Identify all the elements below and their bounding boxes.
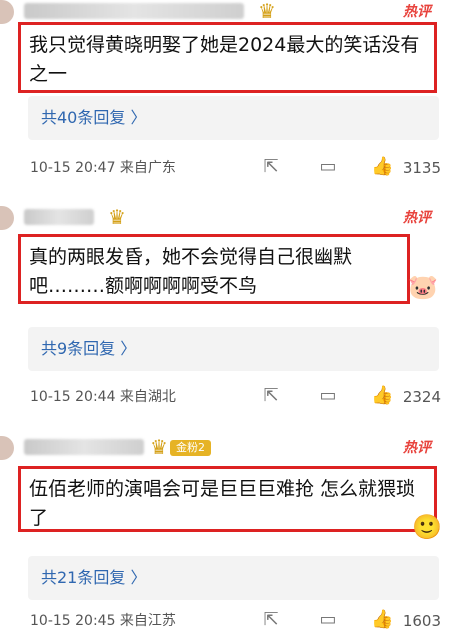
- avatar[interactable]: [0, 0, 14, 24]
- share-icon[interactable]: ⇱: [260, 385, 282, 407]
- comment-footer: 10-15 20:47 来自广东 ⇱ ▭ 👍 3135: [0, 153, 449, 183]
- replies-box[interactable]: 共9条回复 〉: [28, 327, 439, 371]
- avatar[interactable]: [0, 436, 14, 460]
- comment-footer: 10-15 20:44 来自湖北 ⇱ ▭ 👍 2324: [0, 382, 449, 412]
- thumbs-up-icon[interactable]: 👍: [371, 385, 393, 407]
- like-count: 2324: [402, 388, 441, 406]
- replies-box[interactable]: 共40条回复 〉: [28, 96, 439, 140]
- comment-text-highlight: 伍佰老师的演唱会可是巨巨巨难抢 怎么就猥琐了: [18, 466, 437, 532]
- replies-box[interactable]: 共21条回复 〉: [28, 556, 439, 600]
- thumbs-up-icon[interactable]: 👍: [371, 609, 393, 631]
- fan-badge: 金粉2: [170, 440, 211, 456]
- comment-text-highlight: 我只觉得黄晓明娶了她是2024最大的笑话没有之一: [18, 22, 437, 93]
- like-count: 1603: [402, 612, 441, 630]
- like-count: 3135: [402, 159, 441, 177]
- comment-header: ♛ 热评: [0, 206, 449, 230]
- comment-text-highlight: 真的两眼发昏，她不会觉得自己很幽默吧………额啊啊啊啊受不鸟: [18, 234, 410, 304]
- comment-icon[interactable]: ▭: [317, 156, 339, 178]
- avatar[interactable]: [0, 206, 14, 230]
- comment-icon[interactable]: ▭: [317, 609, 339, 631]
- share-icon[interactable]: ⇱: [260, 609, 282, 631]
- replies-link[interactable]: 共9条回复 〉: [41, 327, 136, 371]
- comment-icon[interactable]: ▭: [317, 385, 339, 407]
- comment-meta: 10-15 20:44 来自湖北: [30, 389, 176, 405]
- comment-text: 我只觉得黄晓明娶了她是2024最大的笑话没有之一: [29, 34, 420, 85]
- username-blurred[interactable]: [24, 209, 94, 225]
- thumbs-up-icon[interactable]: 👍: [371, 156, 393, 178]
- hot-comment-label: 热评: [403, 440, 431, 456]
- comment-text: 伍佰老师的演唱会可是巨巨巨难抢 怎么就猥琐了: [29, 478, 416, 529]
- crown-icon: ♛: [258, 0, 276, 23]
- comment-header: ♛ 金粉2 热评: [0, 436, 449, 460]
- hot-comment-label: 热评: [403, 210, 431, 226]
- comment-meta: 10-15 20:45 来自江苏: [30, 613, 176, 629]
- replies-link[interactable]: 共40条回复 〉: [41, 96, 146, 140]
- hot-comment-label: 热评: [403, 4, 431, 20]
- comment-footer: 10-15 20:45 来自江苏 ⇱ ▭ 👍 1603: [0, 606, 449, 636]
- sticker-icon: 🙂: [412, 513, 442, 541]
- comment-meta: 10-15 20:47 来自广东: [30, 160, 176, 176]
- comment-header: ♛ 热评: [0, 0, 449, 24]
- crown-icon: ♛: [108, 205, 126, 229]
- comment-text: 真的两眼发昏，她不会觉得自己很幽默吧………额啊啊啊啊受不鸟: [29, 246, 353, 297]
- share-icon[interactable]: ⇱: [260, 156, 282, 178]
- pig-sticker-icon: 🐷: [408, 273, 438, 301]
- replies-link[interactable]: 共21条回复 〉: [41, 556, 146, 600]
- username-blurred[interactable]: [24, 3, 244, 19]
- username-blurred[interactable]: [24, 439, 144, 455]
- crown-icon: ♛: [150, 435, 168, 459]
